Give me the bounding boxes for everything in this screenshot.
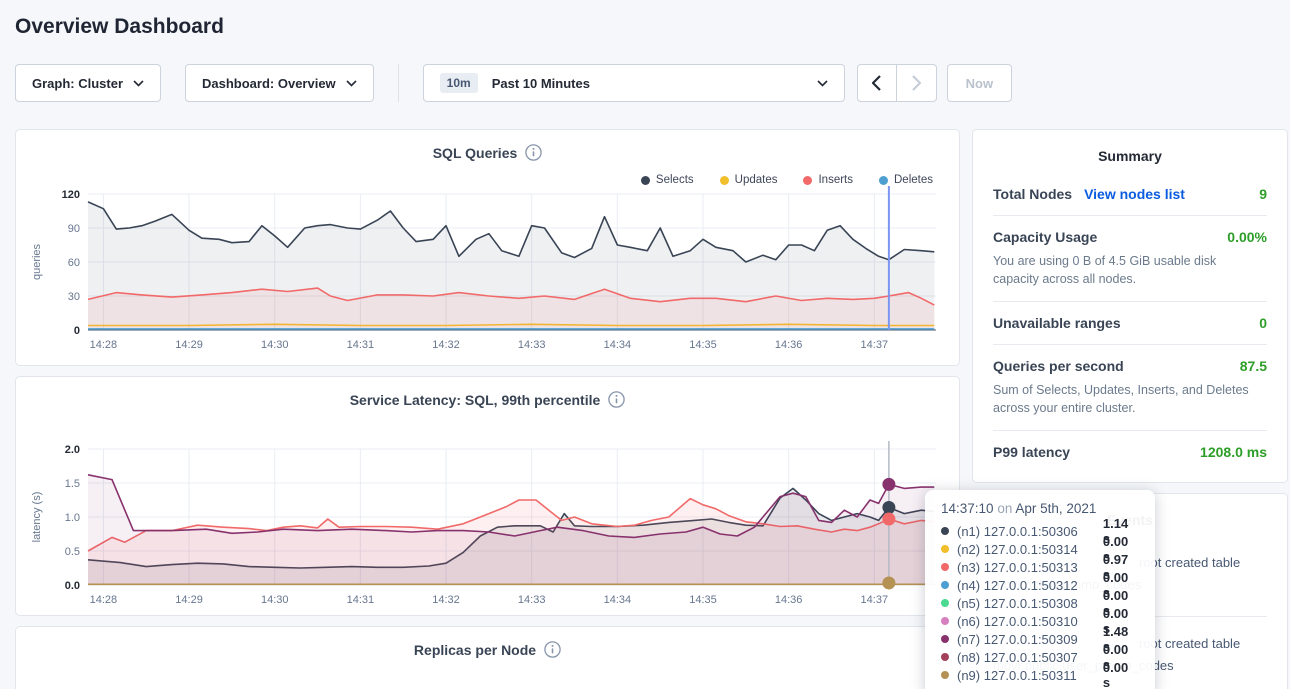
deletes-dot-icon — [879, 176, 888, 185]
capacity-usage-label: Capacity Usage — [993, 229, 1097, 245]
legend-item-updates[interactable]: Updates — [720, 174, 778, 186]
svg-text:60: 60 — [68, 257, 80, 269]
inserts-dot-icon — [803, 176, 812, 185]
chart-legend: Selects Updates Inserts Deletes — [641, 174, 933, 186]
svg-text:14:29: 14:29 — [175, 339, 203, 351]
p99-latency-label: P99 latency — [993, 444, 1070, 460]
svg-text:14:28: 14:28 — [90, 594, 118, 606]
service-latency-panel: Service Latency: SQL, 99th percentile 0.… — [15, 376, 960, 616]
replicas-title: Replicas per Node — [414, 642, 536, 658]
svg-text:14:37: 14:37 — [861, 594, 889, 606]
sql-queries-chart[interactable]: 0 30 60 90 120 14:28 14:29 14:30 14:31 14:32 14:33… — [26, 186, 948, 354]
page-title: Overview Dashboard — [15, 15, 1290, 39]
info-icon[interactable] — [608, 391, 625, 408]
info-icon[interactable] — [544, 641, 561, 658]
p99-latency-value: 1208.0 ms — [1200, 444, 1267, 460]
tooltip-row: (n9) 127.0.0.1:503110.00 s — [941, 666, 1139, 684]
summary-title: Summary — [993, 148, 1267, 164]
svg-text:90: 90 — [68, 223, 80, 235]
controls-divider — [398, 64, 399, 102]
legend-item-selects[interactable]: Selects — [641, 174, 694, 186]
svg-text:14:33: 14:33 — [518, 594, 546, 606]
svg-text:queries: queries — [31, 243, 43, 280]
latency-chart[interactable]: 0.0 0.5 1.0 1.5 2.0 14:28 14:29 14:30 14:31 14:32… — [26, 441, 948, 609]
time-range-badge: 10m — [440, 73, 478, 93]
unavailable-ranges-value: 0 — [1259, 315, 1267, 331]
svg-text:14:35: 14:35 — [689, 594, 717, 606]
unavailable-ranges-label: Unavailable ranges — [993, 315, 1121, 331]
qps-value: 87.5 — [1240, 358, 1267, 374]
svg-text:14:30: 14:30 — [261, 339, 289, 351]
capacity-usage-value: 0.00% — [1227, 229, 1267, 245]
svg-text:1.0: 1.0 — [65, 512, 80, 524]
qps-label: Queries per second — [993, 358, 1124, 374]
graph-dropdown[interactable]: Graph: Cluster — [15, 64, 161, 102]
node-dot-icon — [941, 635, 949, 643]
now-button[interactable]: Now — [947, 64, 1012, 102]
chart-hover-tooltip: 14:37:10 on Apr 5th, 2021 (n1) 127.0.0.1… — [925, 490, 1155, 689]
tooltip-timestamp: 14:37:10 on Apr 5th, 2021 — [941, 501, 1139, 516]
node-dot-icon — [941, 599, 949, 607]
svg-text:0: 0 — [74, 325, 80, 337]
now-button-label: Now — [966, 76, 993, 91]
svg-text:14:29: 14:29 — [175, 594, 203, 606]
dashboard-controls: Graph: Cluster Dashboard: Overview 10m P… — [15, 64, 1275, 102]
svg-text:120: 120 — [62, 189, 80, 201]
legend-item-inserts[interactable]: Inserts — [803, 174, 853, 186]
node-dot-icon — [941, 581, 949, 589]
service-latency-title: Service Latency: SQL, 99th percentile — [350, 392, 601, 408]
time-range-label: Past 10 Minutes — [492, 76, 590, 91]
svg-text:14:31: 14:31 — [347, 594, 375, 606]
chevron-down-icon — [817, 80, 828, 87]
replicas-panel: Replicas per Node — [15, 626, 960, 689]
total-nodes-label: Total Nodes — [993, 186, 1072, 202]
sql-queries-panel: SQL Queries Selects Updates Inserts Dele… — [15, 129, 960, 366]
view-nodes-list-link[interactable]: View nodes list — [1084, 186, 1185, 202]
dashboard-dropdown-label: Dashboard: Overview — [202, 76, 336, 91]
qps-desc: Sum of Selects, Updates, Inserts, and De… — [993, 381, 1253, 417]
selects-dot-icon — [641, 176, 650, 185]
chevron-down-icon — [133, 80, 144, 87]
prev-range-button[interactable] — [857, 64, 897, 102]
time-range-pager — [857, 64, 937, 102]
svg-text:1.5: 1.5 — [65, 478, 80, 490]
time-range-dropdown[interactable]: 10m Past 10 Minutes — [423, 64, 845, 102]
svg-text:0.5: 0.5 — [65, 546, 80, 558]
next-range-button[interactable] — [897, 64, 937, 102]
svg-text:0.0: 0.0 — [65, 580, 80, 592]
updates-dot-icon — [720, 176, 729, 185]
svg-text:14:37: 14:37 — [861, 339, 889, 351]
capacity-usage-desc: You are using 0 B of 4.5 GiB usable disk… — [993, 252, 1253, 288]
svg-text:14:28: 14:28 — [90, 339, 118, 351]
svg-text:14:34: 14:34 — [604, 594, 632, 606]
sql-queries-title: SQL Queries — [433, 145, 518, 161]
node-dot-icon — [941, 545, 949, 553]
summary-card: Summary Total Nodes View nodes list 9 Ca… — [972, 129, 1288, 483]
svg-text:14:32: 14:32 — [432, 594, 460, 606]
svg-text:2.0: 2.0 — [65, 444, 80, 456]
legend-item-deletes[interactable]: Deletes — [879, 174, 933, 186]
node-dot-icon — [941, 671, 949, 679]
graph-dropdown-label: Graph: Cluster — [32, 76, 123, 91]
node-dot-icon — [941, 617, 949, 625]
svg-text:14:32: 14:32 — [432, 339, 460, 351]
chevron-down-icon — [346, 80, 357, 87]
svg-text:14:34: 14:34 — [604, 339, 632, 351]
node-dot-icon — [941, 653, 949, 661]
chevron-left-icon — [872, 75, 881, 91]
svg-text:30: 30 — [68, 291, 80, 303]
total-nodes-value: 9 — [1259, 186, 1267, 202]
svg-text:14:36: 14:36 — [775, 339, 803, 351]
svg-text:14:36: 14:36 — [775, 594, 803, 606]
chevron-right-icon — [912, 75, 921, 91]
svg-text:14:30: 14:30 — [261, 594, 289, 606]
dashboard-dropdown[interactable]: Dashboard: Overview — [185, 64, 374, 102]
svg-text:14:35: 14:35 — [689, 339, 717, 351]
svg-text:14:31: 14:31 — [347, 339, 375, 351]
info-icon[interactable] — [525, 144, 542, 161]
node-dot-icon — [941, 563, 949, 571]
svg-text:14:33: 14:33 — [518, 339, 546, 351]
svg-text:latency (s): latency (s) — [31, 492, 43, 543]
node-dot-icon — [941, 527, 949, 535]
